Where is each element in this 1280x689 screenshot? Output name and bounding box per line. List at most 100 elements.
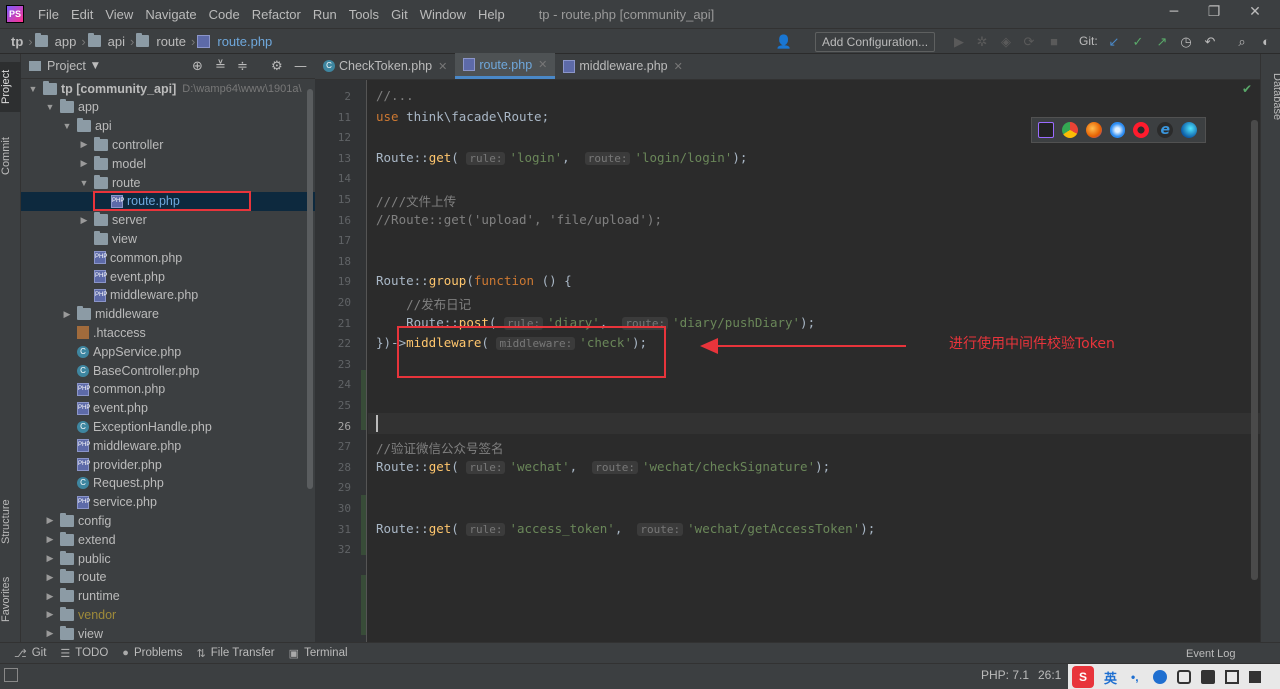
- editor-tab[interactable]: C CheckToken.php ✕: [315, 53, 455, 79]
- tree-item[interactable]: ▶ middleware: [21, 305, 315, 324]
- user-icon[interactable]: 👤: [775, 33, 793, 51]
- tree-item[interactable]: C Request.php: [21, 474, 315, 493]
- opera-icon[interactable]: [1133, 122, 1150, 138]
- coverage-icon[interactable]: ◈: [997, 33, 1015, 51]
- tree-item[interactable]: PHP common.php: [21, 248, 315, 267]
- cursor-position[interactable]: 26:1: [1038, 668, 1061, 682]
- tool-window-problems[interactable]: ● Problems: [122, 647, 182, 659]
- tree-item[interactable]: C BaseController.php: [21, 361, 315, 380]
- tree-item[interactable]: PHP middleware.php: [21, 286, 315, 305]
- chevron-right-icon[interactable]: ▶: [44, 609, 56, 620]
- tree-item[interactable]: PHP middleware.php: [21, 436, 315, 455]
- menu-file[interactable]: File: [32, 7, 65, 22]
- breadcrumb-item[interactable]: app: [52, 34, 80, 49]
- sogou-ime-icon[interactable]: S: [1072, 666, 1094, 688]
- git-update-icon[interactable]: ↙: [1105, 33, 1123, 51]
- tree-item[interactable]: ▶ view: [21, 624, 315, 642]
- tree-item[interactable]: PHP provider.php: [21, 455, 315, 474]
- chevron-right-icon[interactable]: ▶: [44, 553, 56, 564]
- chevron-right-icon[interactable]: ▶: [44, 572, 56, 583]
- tree-item[interactable]: ▶ config: [21, 511, 315, 530]
- php-version[interactable]: PHP: 7.1: [981, 668, 1029, 682]
- breadcrumb-item[interactable]: route.php: [214, 34, 275, 49]
- tree-item[interactable]: ▼ route: [21, 173, 315, 192]
- tree-item[interactable]: ▶ public: [21, 549, 315, 568]
- chevron-down-icon[interactable]: ▼: [92, 61, 99, 71]
- tool-window-git[interactable]: ⎇ Git: [14, 647, 46, 660]
- internet-explorer-icon[interactable]: e: [1157, 122, 1174, 138]
- tree-item[interactable]: PHP event.php: [21, 267, 315, 286]
- menu-navigate[interactable]: Navigate: [139, 7, 202, 22]
- inspection-ok-icon[interactable]: ✔: [1242, 82, 1252, 96]
- tree-item[interactable]: ▶ runtime: [21, 587, 315, 606]
- tree-item[interactable]: PHP event.php: [21, 399, 315, 418]
- tree-item[interactable]: C AppService.php: [21, 342, 315, 361]
- close-tab-icon[interactable]: ✕: [438, 60, 447, 73]
- editor-scrollbar[interactable]: [1251, 120, 1258, 580]
- tree-item[interactable]: ▶ route: [21, 568, 315, 587]
- add-configuration-button[interactable]: Add Configuration...: [815, 32, 936, 52]
- menu-window[interactable]: Window: [414, 7, 472, 22]
- editor-tab[interactable]: middleware.php ✕: [555, 53, 690, 79]
- stop-icon[interactable]: ■: [1045, 33, 1063, 51]
- chevron-right-icon[interactable]: ▶: [44, 534, 56, 545]
- close-tab-icon[interactable]: ✕: [538, 58, 547, 71]
- restore-icon[interactable]: ❐: [1203, 4, 1225, 24]
- emoji-icon[interactable]: [1152, 670, 1167, 684]
- menu-git[interactable]: Git: [385, 7, 414, 22]
- search-icon[interactable]: ⌕: [1233, 33, 1251, 51]
- tree-item[interactable]: C ExceptionHandle.php: [21, 417, 315, 436]
- tree-item[interactable]: .htaccess: [21, 323, 315, 342]
- locate-icon[interactable]: ⊕: [192, 59, 203, 74]
- commit-tool-tab[interactable]: Commit: [0, 129, 21, 184]
- tree-item[interactable]: PHP service.php: [21, 493, 315, 512]
- run-icon[interactable]: ▶: [950, 33, 968, 51]
- menu-refactor[interactable]: Refactor: [246, 7, 307, 22]
- history-icon[interactable]: ◷: [1177, 33, 1195, 51]
- chrome-icon[interactable]: [1061, 122, 1078, 138]
- database-tool-tab[interactable]: Database: [1262, 62, 1280, 132]
- chevron-right-icon[interactable]: ▶: [44, 515, 56, 526]
- safari-icon[interactable]: [1109, 122, 1126, 138]
- toggle-tool-windows-icon[interactable]: [4, 668, 18, 682]
- menu-run[interactable]: Run: [307, 7, 343, 22]
- menu-help[interactable]: Help: [472, 7, 511, 22]
- chevron-down-icon[interactable]: ▼: [61, 121, 73, 131]
- git-commit-icon[interactable]: ✓: [1129, 33, 1147, 51]
- tree-item[interactable]: ▶ server: [21, 211, 315, 230]
- event-log-button[interactable]: Event Log: [1186, 648, 1236, 660]
- breadcrumb-item[interactable]: tp: [8, 34, 26, 49]
- firefox-icon[interactable]: [1085, 122, 1102, 138]
- breadcrumb-item[interactable]: api: [105, 34, 128, 49]
- keyboard-icon[interactable]: [1176, 670, 1191, 684]
- project-tool-tab[interactable]: Project: [0, 62, 21, 112]
- edge-icon[interactable]: [1181, 122, 1198, 138]
- breadcrumb-item[interactable]: route: [153, 34, 189, 49]
- gear-icon[interactable]: ⚙: [271, 59, 283, 74]
- tree-item[interactable]: PHP common.php: [21, 380, 315, 399]
- chevron-right-icon[interactable]: ▶: [44, 591, 56, 602]
- tree-item[interactable]: ▶ controller: [21, 135, 315, 154]
- tree-item[interactable]: view: [21, 229, 315, 248]
- chevron-right-icon[interactable]: ▶: [61, 309, 73, 320]
- tree-item[interactable]: ▼ app: [21, 98, 315, 117]
- tree-item[interactable]: ▶ model: [21, 154, 315, 173]
- tool-window-terminal[interactable]: ▣ Terminal: [289, 647, 348, 660]
- tool-window-file-transfer[interactable]: ⇅ File Transfer: [197, 647, 275, 660]
- editor-tab[interactable]: route.php ✕: [455, 53, 556, 79]
- rollback-icon[interactable]: ↶: [1201, 33, 1219, 51]
- menu-edit[interactable]: Edit: [65, 7, 99, 22]
- more-icon[interactable]: [1248, 671, 1261, 683]
- chevron-right-icon[interactable]: ▶: [44, 628, 56, 639]
- toolbox-icon[interactable]: [1224, 670, 1239, 684]
- git-push-icon[interactable]: ↗: [1153, 33, 1171, 51]
- menu-code[interactable]: Code: [203, 7, 246, 22]
- structure-tool-tab[interactable]: Structure: [0, 489, 21, 554]
- punctuation-icon[interactable]: •,: [1131, 670, 1139, 684]
- ide-features-icon[interactable]: ◐: [1257, 33, 1275, 51]
- tree-item[interactable]: ▶ extend: [21, 530, 315, 549]
- skin-icon[interactable]: [1200, 670, 1215, 684]
- tree-item[interactable]: ▶ vendor: [21, 605, 315, 624]
- chevron-down-icon[interactable]: ▼: [78, 178, 90, 188]
- debug-icon[interactable]: ✲: [973, 33, 991, 51]
